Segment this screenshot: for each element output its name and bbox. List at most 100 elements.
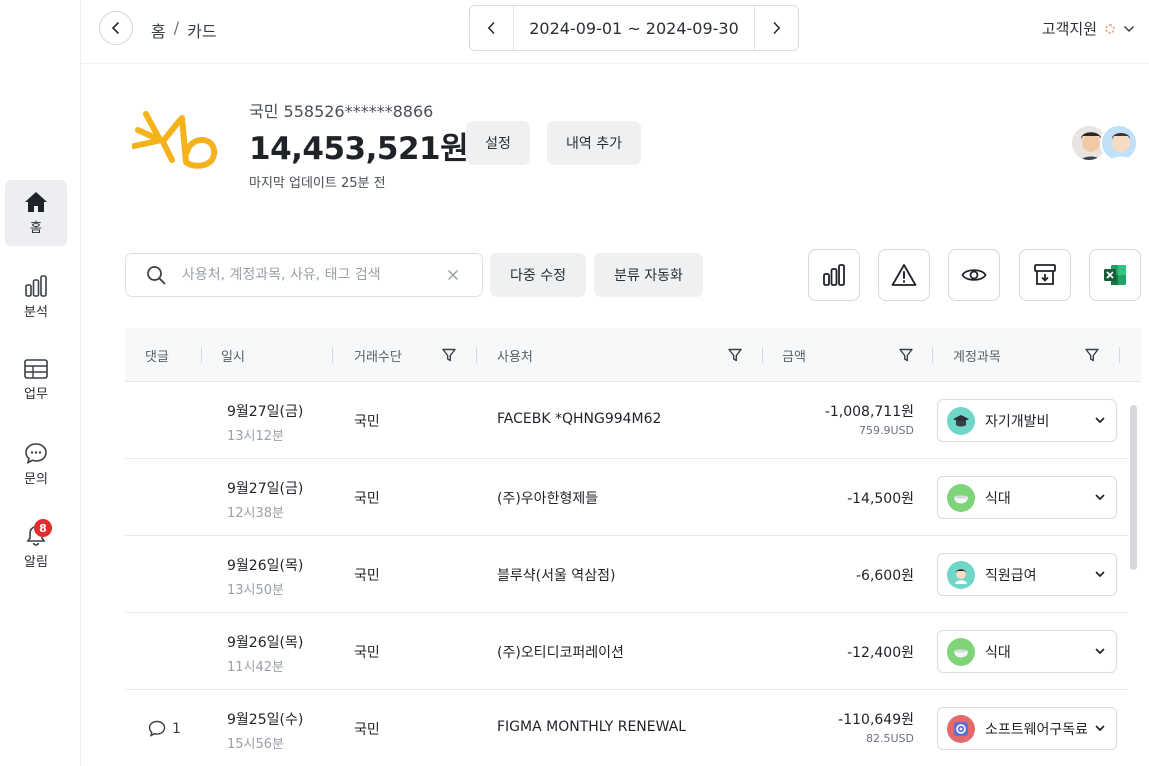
table-row[interactable]: 9월27일(금) 13시12분 국민 FACEBK *QHNG994M62 -1…: [125, 382, 1128, 459]
header-divider: [1119, 347, 1120, 363]
avatar[interactable]: [1100, 124, 1138, 162]
sidebar-item-notifications[interactable]: 8 알림: [5, 514, 67, 580]
time-text: 13시12분: [227, 429, 285, 444]
table-row[interactable]: 1 9월25일(수) 15시56분 국민 FIGMA MONTHLY RENEW…: [125, 690, 1128, 766]
support-menu[interactable]: 고객지원: [1042, 18, 1135, 39]
header-divider: [932, 347, 933, 363]
merchant-cell: 블루샥(서울 역삼점): [497, 568, 616, 584]
category-select[interactable]: 식대: [937, 476, 1117, 519]
category-label: 소프트웨어구독료: [985, 721, 1087, 738]
eye-icon: [961, 269, 987, 281]
bowl-icon: [947, 483, 975, 512]
auto-classify-button[interactable]: 분류 자동화: [594, 253, 703, 297]
payment-method-cell: 국민: [354, 414, 380, 430]
table-row[interactable]: 9월26일(목) 11시42분 국민 (주)오티디코퍼레이션 -12,400원 …: [125, 613, 1128, 690]
header-divider: [201, 347, 202, 363]
archive-button[interactable]: [1019, 249, 1071, 301]
sidebar-item-label: 홈: [30, 220, 42, 236]
header-amount[interactable]: 금액: [782, 328, 806, 382]
account-balance: 14,453,521원: [249, 131, 469, 167]
sidebar-item-label: 업무: [24, 386, 48, 402]
table-scrollbar[interactable]: [1130, 405, 1137, 570]
add-entry-button[interactable]: 내역 추가: [547, 121, 641, 165]
filter-icon[interactable]: [1085, 348, 1099, 362]
header-datetime[interactable]: 일시: [221, 328, 245, 382]
comment-icon: [148, 720, 166, 737]
chevron-down-icon: [1095, 417, 1105, 424]
payment-method-cell: 국민: [354, 645, 380, 661]
header-merchant[interactable]: 사용처: [497, 328, 533, 382]
comment-count-text: 1: [172, 720, 181, 737]
header-divider: [476, 347, 477, 363]
chevron-down-icon: [1095, 571, 1105, 578]
date-range-label[interactable]: 2024-09-01 ~ 2024-09-30: [514, 6, 754, 50]
home-icon: [25, 191, 47, 212]
datetime-cell: 9월27일(금) 12시38분: [227, 478, 303, 521]
next-period-button[interactable]: [754, 6, 798, 50]
clear-icon[interactable]: [444, 266, 462, 284]
category-select[interactable]: 식대: [937, 630, 1117, 673]
date-text: 9월27일(금): [227, 404, 304, 420]
sidebar-item-tasks[interactable]: 업무: [5, 347, 67, 413]
statistics-button[interactable]: [808, 249, 860, 301]
datetime-cell: 9월27일(금) 13시12분: [227, 401, 303, 444]
filter-icon[interactable]: [442, 348, 456, 362]
bar-chart-icon: [823, 264, 845, 286]
time-text: 15시56분: [227, 737, 285, 752]
archive-download-icon: [1034, 264, 1056, 285]
amount-text: -1,008,711원: [824, 404, 914, 420]
payment-method-cell: 국민: [354, 722, 380, 738]
sidebar-item-label: 문의: [24, 471, 48, 487]
sidebar-item-analysis[interactable]: 분석: [5, 264, 67, 330]
status-dot-icon: [1105, 23, 1115, 34]
datetime-cell: 9월25일(수) 15시56분: [227, 709, 303, 752]
time-text: 13시50분: [227, 583, 285, 598]
support-label: 고객지원: [1041, 20, 1097, 38]
bar-chart-icon: [25, 274, 47, 297]
category-label: 직원급여: [985, 567, 1037, 584]
back-button[interactable]: [99, 11, 133, 45]
warning-button[interactable]: [878, 249, 930, 301]
sidebar-item-label: 분석: [24, 304, 48, 320]
top-bar: 홈 / 카드 2024-09-01 ~ 2024-09-30 고객지원: [81, 0, 1149, 64]
breadcrumb-home[interactable]: 홈: [151, 18, 166, 42]
table-header: 댓글 일시 거래수단 사용처 금액 계정과목: [125, 328, 1142, 382]
amount-cell: -6,600원: [856, 565, 914, 585]
comment-count[interactable]: 1: [148, 720, 181, 737]
chevron-right-icon: [773, 21, 781, 35]
category-select[interactable]: 소프트웨어구독료: [937, 707, 1117, 750]
employee-icon: [947, 560, 975, 589]
filter-icon[interactable]: [899, 348, 913, 362]
merchant-cell: FACEBK *QHNG994M62: [497, 411, 662, 427]
payment-method-cell: 국민: [354, 568, 380, 584]
amount-text: -110,649원: [838, 712, 914, 728]
filter-icon[interactable]: [728, 348, 742, 362]
sidebar-item-inquiry[interactable]: 문의: [5, 431, 67, 497]
excel-icon: [1104, 265, 1126, 285]
bowl-icon: [947, 637, 975, 666]
sidebar-item-home[interactable]: 홈: [5, 180, 67, 246]
excel-export-button[interactable]: [1089, 249, 1141, 301]
chat-icon: [25, 442, 47, 464]
warning-icon: [891, 264, 917, 286]
visibility-button[interactable]: [948, 249, 1000, 301]
header-payment-method[interactable]: 거래수단: [354, 328, 402, 382]
avatar-group[interactable]: [1070, 124, 1142, 164]
table-row[interactable]: 9월26일(목) 13시50분 국민 블루샥(서울 역삼점) -6,600원 직…: [125, 536, 1128, 613]
date-text: 9월27일(금): [227, 481, 304, 497]
previous-period-button[interactable]: [470, 6, 514, 50]
breadcrumb: 홈 / 카드: [151, 18, 217, 42]
breadcrumb-current: 카드: [187, 22, 217, 41]
foreign-amount-text: 759.9USD: [859, 424, 914, 437]
category-select[interactable]: 자기개발비: [937, 399, 1117, 442]
amount-cell: -110,649원 82.5USD: [838, 709, 914, 745]
date-text: 9월26일(목): [227, 558, 304, 574]
breadcrumb-separator: /: [173, 18, 180, 37]
category-select[interactable]: 직원급여: [937, 553, 1117, 596]
table-row[interactable]: 9월27일(금) 12시38분 국민 (주)우아한형제들 -14,500원 식대: [125, 459, 1128, 536]
payment-method-cell: 국민: [354, 491, 380, 507]
header-account-category[interactable]: 계정과목: [953, 328, 1001, 382]
search-input[interactable]: [182, 267, 432, 283]
settings-button[interactable]: 설정: [466, 121, 530, 165]
bulk-edit-button[interactable]: 다중 수정: [490, 253, 586, 297]
